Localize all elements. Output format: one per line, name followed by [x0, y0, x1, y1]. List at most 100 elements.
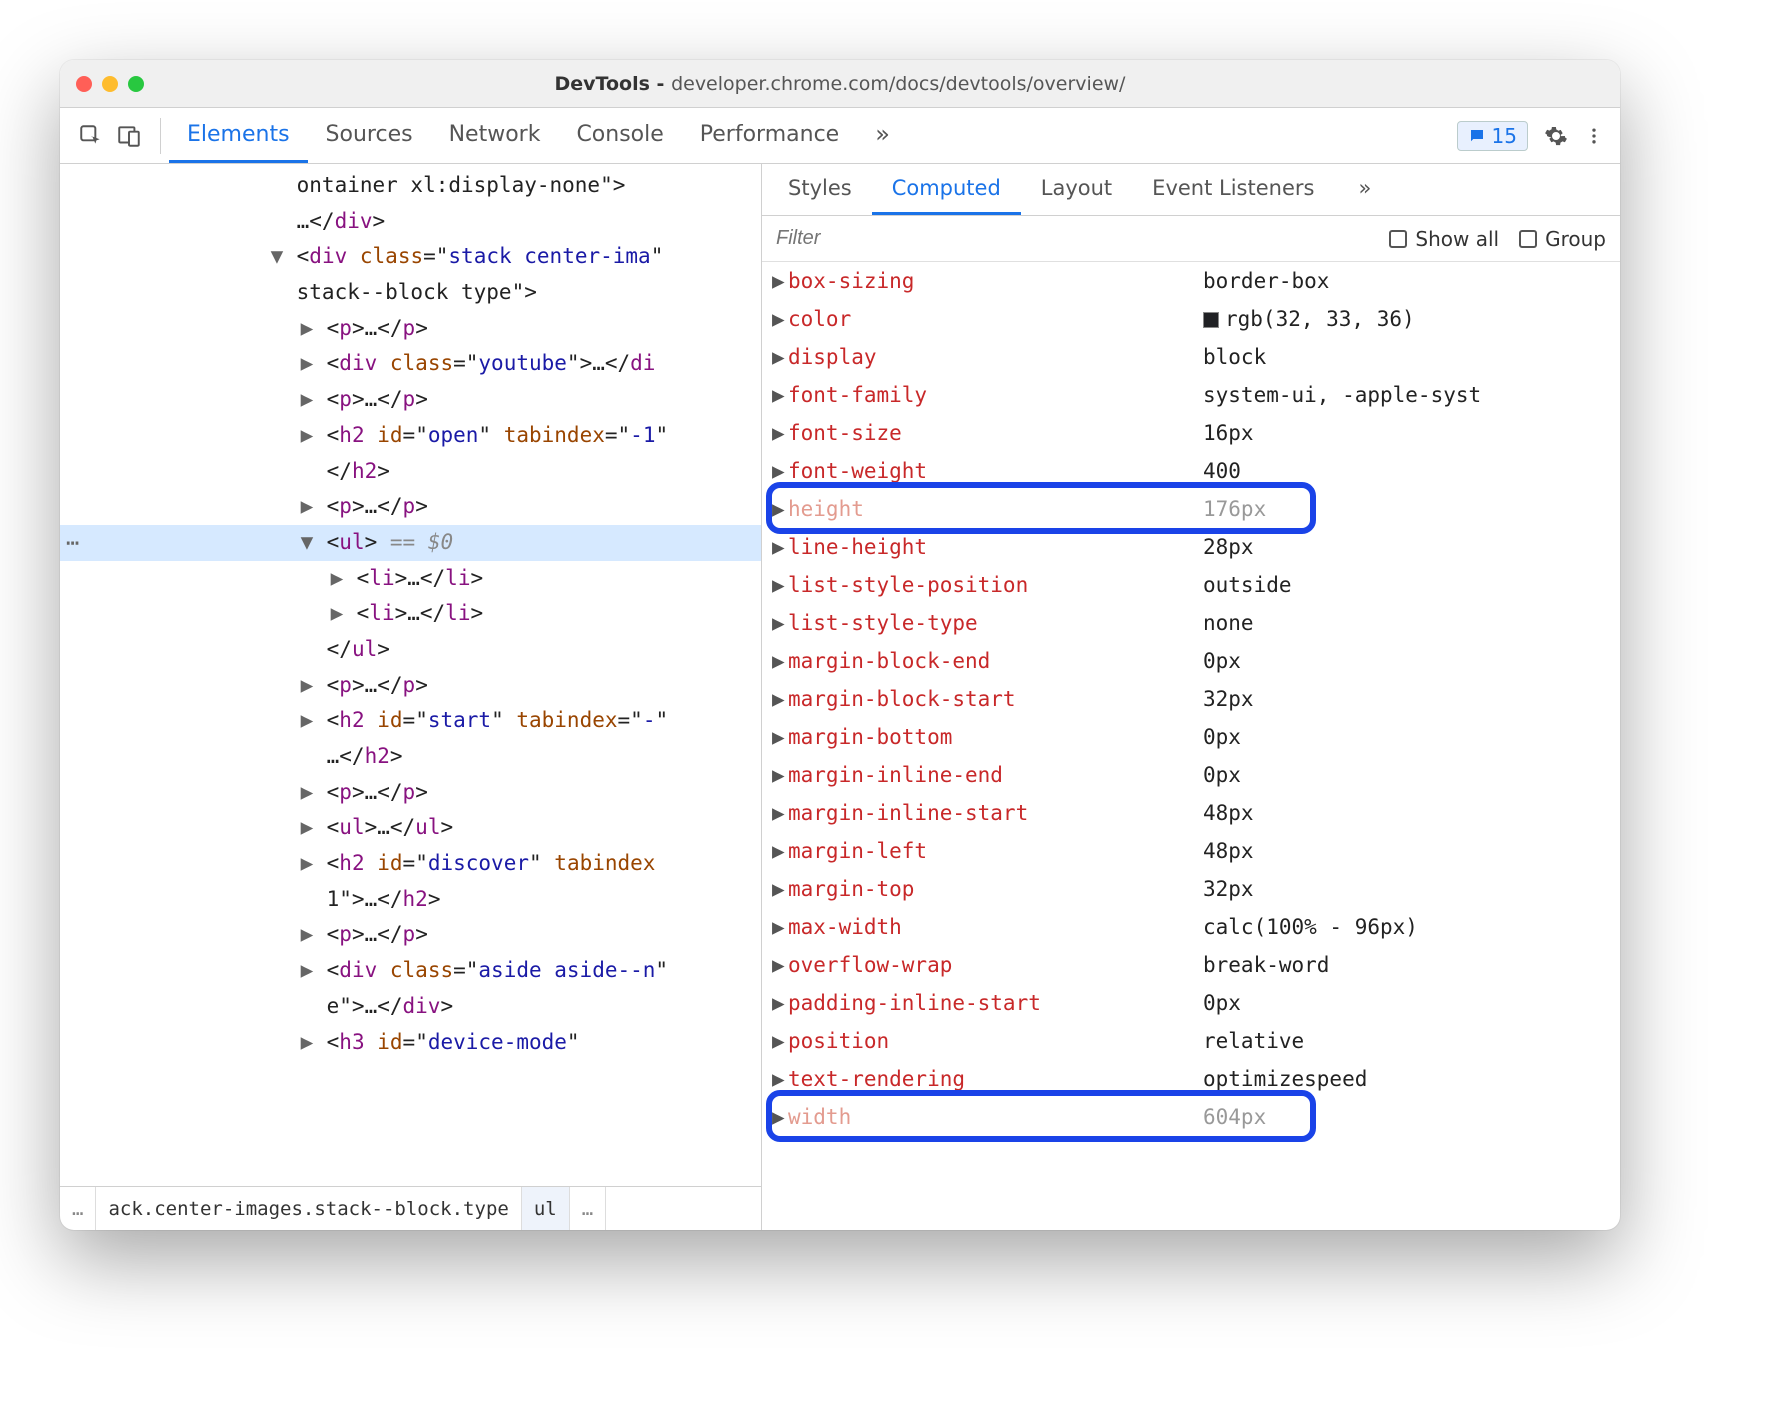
caret-icon[interactable]: ▼: [270, 239, 284, 275]
dom-node[interactable]: ▶ <div class="youtube">…</di: [60, 346, 761, 382]
computed-row-overflow-wrap[interactable]: ▶overflow-wrapbreak-word: [762, 946, 1620, 984]
computed-row-list-style-position[interactable]: ▶list-style-positionoutside: [762, 566, 1620, 604]
computed-row-margin-top[interactable]: ▶margin-top32px: [762, 870, 1620, 908]
dom-node[interactable]: </h2>: [60, 454, 761, 490]
dom-node[interactable]: …</div>: [60, 204, 761, 240]
computed-row-margin-block-end[interactable]: ▶margin-block-end0px: [762, 642, 1620, 680]
dom-node[interactable]: ▶ <ul>…</ul>: [60, 810, 761, 846]
computed-row-position[interactable]: ▶positionrelative: [762, 1022, 1620, 1060]
dom-node[interactable]: ontainer xl:display-none">: [60, 168, 761, 204]
group-checkbox[interactable]: Group: [1519, 227, 1606, 251]
caret-icon[interactable]: ▶: [300, 1025, 314, 1061]
dom-node[interactable]: ▶ <h2 id="open" tabindex="-1": [60, 418, 761, 454]
caret-icon[interactable]: ▶: [300, 311, 314, 347]
dom-node[interactable]: ▶ <p>…</p>: [60, 668, 761, 704]
inspect-icon[interactable]: [78, 123, 104, 149]
caret-icon[interactable]: ▶: [772, 307, 788, 331]
more-tabs-button[interactable]: »: [857, 120, 908, 151]
dom-node[interactable]: ▶ <li>…</li>: [60, 561, 761, 597]
caret-icon[interactable]: ▼: [300, 525, 314, 561]
computed-row-padding-inline-start[interactable]: ▶padding-inline-start0px: [762, 984, 1620, 1022]
tab-sources[interactable]: Sources: [308, 108, 431, 163]
tab-network[interactable]: Network: [431, 108, 559, 163]
breadcrumb-selected[interactable]: ul: [522, 1187, 570, 1230]
computed-row-display[interactable]: ▶displayblock: [762, 338, 1620, 376]
tab-event-listeners[interactable]: Event Listeners: [1132, 164, 1334, 215]
tab-computed[interactable]: Computed: [872, 164, 1021, 215]
show-all-checkbox[interactable]: Show all: [1389, 227, 1499, 251]
computed-row-line-height[interactable]: ▶line-height28px: [762, 528, 1620, 566]
computed-properties-list[interactable]: ▶box-sizingborder-box▶colorrgb(32, 33, 3…: [762, 262, 1620, 1230]
dom-node[interactable]: e">…</div>: [60, 989, 761, 1025]
dom-node[interactable]: …</h2>: [60, 739, 761, 775]
dom-node[interactable]: ▶ <li>…</li>: [60, 596, 761, 632]
gear-icon[interactable]: [1544, 124, 1568, 148]
caret-icon[interactable]: ▶: [772, 915, 788, 939]
computed-row-color[interactable]: ▶colorrgb(32, 33, 36): [762, 300, 1620, 338]
caret-icon[interactable]: ▶: [772, 535, 788, 559]
dom-tree[interactable]: ontainer xl:display-none"> …</div>▼ <div…: [60, 164, 761, 1186]
tab-layout[interactable]: Layout: [1021, 164, 1132, 215]
caret-icon[interactable]: ▶: [300, 846, 314, 882]
computed-row-margin-block-start[interactable]: ▶margin-block-start32px: [762, 680, 1620, 718]
caret-icon[interactable]: ▶: [772, 269, 788, 293]
caret-icon[interactable]: ▶: [300, 382, 314, 418]
caret-icon[interactable]: ▶: [772, 1029, 788, 1053]
dom-node[interactable]: ▶ <h2 id="start" tabindex="-": [60, 703, 761, 739]
caret-icon[interactable]: ▶: [772, 725, 788, 749]
computed-row-width[interactable]: ▶width604px: [762, 1098, 1620, 1136]
dom-node[interactable]: ▼ <div class="stack center-ima": [60, 239, 761, 275]
computed-row-font-size[interactable]: ▶font-size16px: [762, 414, 1620, 452]
caret-icon[interactable]: ▶: [772, 953, 788, 977]
caret-icon[interactable]: ▶: [772, 421, 788, 445]
caret-icon[interactable]: ▶: [300, 953, 314, 989]
computed-row-list-style-type[interactable]: ▶list-style-typenone: [762, 604, 1620, 642]
caret-icon[interactable]: ▶: [300, 917, 314, 953]
tab-styles[interactable]: Styles: [768, 164, 872, 215]
computed-row-font-weight[interactable]: ▶font-weight400: [762, 452, 1620, 490]
caret-icon[interactable]: ▶: [772, 611, 788, 635]
more-tabs-button[interactable]: »: [1338, 164, 1391, 215]
computed-row-text-rendering[interactable]: ▶text-renderingoptimizespeed: [762, 1060, 1620, 1098]
caret-icon[interactable]: ▶: [772, 345, 788, 369]
computed-row-max-width[interactable]: ▶max-widthcalc(100% - 96px): [762, 908, 1620, 946]
device-toggle-icon[interactable]: [116, 123, 142, 149]
dom-node[interactable]: ▶ <p>…</p>: [60, 311, 761, 347]
caret-icon[interactable]: ▶: [772, 1067, 788, 1091]
caret-icon[interactable]: ▶: [772, 497, 788, 521]
caret-icon[interactable]: ▶: [300, 703, 314, 739]
caret-icon[interactable]: ▶: [772, 383, 788, 407]
computed-row-height[interactable]: ▶height176px: [762, 490, 1620, 528]
dom-node[interactable]: ⋯▼ <ul> == $0: [60, 525, 761, 561]
dom-node[interactable]: </ul>: [60, 632, 761, 668]
caret-icon[interactable]: ▶: [772, 1105, 788, 1129]
caret-icon[interactable]: ▶: [772, 459, 788, 483]
breadcrumb-suffix[interactable]: …: [570, 1187, 606, 1230]
caret-icon[interactable]: ▶: [300, 489, 314, 525]
dom-node[interactable]: ▶ <p>…</p>: [60, 489, 761, 525]
caret-icon[interactable]: ▶: [772, 573, 788, 597]
caret-icon[interactable]: ▶: [772, 991, 788, 1015]
tab-performance[interactable]: Performance: [682, 108, 857, 163]
kebab-menu-icon[interactable]: [1584, 124, 1604, 148]
dom-node[interactable]: 1">…</h2>: [60, 882, 761, 918]
computed-row-margin-bottom[interactable]: ▶margin-bottom0px: [762, 718, 1620, 756]
tab-elements[interactable]: Elements: [169, 108, 308, 163]
dom-node[interactable]: stack--block type">: [60, 275, 761, 311]
dom-node[interactable]: ▶ <p>…</p>: [60, 917, 761, 953]
breadcrumb-prefix[interactable]: …: [60, 1187, 96, 1230]
caret-icon[interactable]: ▶: [772, 877, 788, 901]
caret-icon[interactable]: ▶: [300, 346, 314, 382]
breadcrumb-path[interactable]: ack.center-images.stack--block.type: [96, 1187, 521, 1230]
dom-node[interactable]: ▶ <h2 id="discover" tabindex: [60, 846, 761, 882]
computed-row-margin-inline-end[interactable]: ▶margin-inline-end0px: [762, 756, 1620, 794]
caret-icon[interactable]: ▶: [300, 810, 314, 846]
caret-icon[interactable]: ▶: [772, 801, 788, 825]
dom-node[interactable]: ▶ <p>…</p>: [60, 775, 761, 811]
caret-icon[interactable]: ▶: [330, 596, 344, 632]
dom-node[interactable]: ▶ <p>…</p>: [60, 382, 761, 418]
caret-icon[interactable]: ▶: [772, 687, 788, 711]
caret-icon[interactable]: ▶: [300, 668, 314, 704]
caret-icon[interactable]: ▶: [300, 775, 314, 811]
computed-row-box-sizing[interactable]: ▶box-sizingborder-box: [762, 262, 1620, 300]
